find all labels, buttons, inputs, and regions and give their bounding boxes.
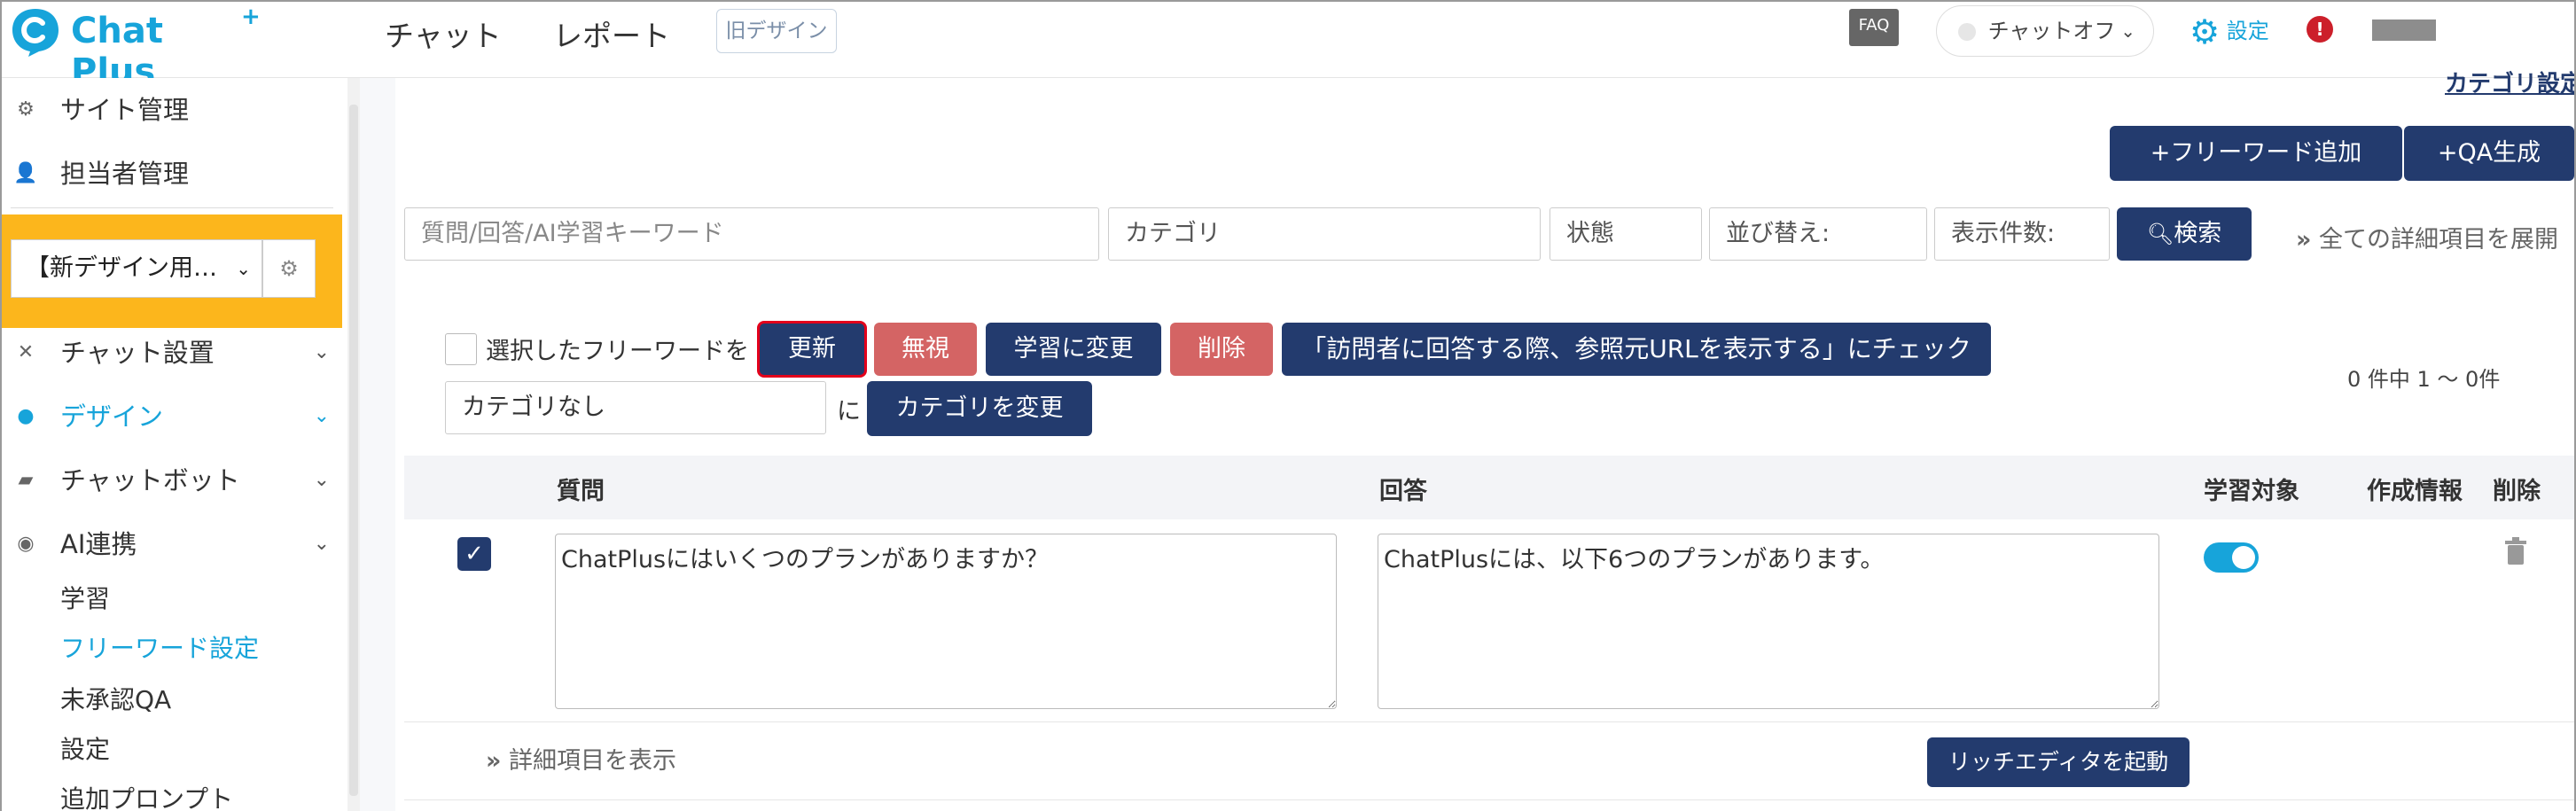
alert-icon[interactable]: ! — [2307, 16, 2333, 43]
sidebar-item-label: AI連携 — [60, 529, 137, 559]
column-header-question: 質問 — [557, 478, 605, 505]
change-to-learning-button[interactable]: 学習に変更 — [986, 323, 1161, 376]
double-chevron-down-icon: » — [486, 747, 502, 775]
logo-plus: + — [241, 4, 261, 30]
site-settings-gear-icon[interactable]: ⚙ — [262, 239, 316, 298]
plus-icon: + — [2437, 139, 2458, 167]
answer-textarea[interactable]: ChatPlusには、以下6つのプランがあります。 — [1378, 534, 2159, 709]
chat-status-label: チャットオフ — [1987, 19, 2116, 43]
expand-all-label: 全ての詳細項目を展開 — [2319, 226, 2559, 253]
sidebar-subitem-additional-prompt[interactable]: 追加プロンプト — [60, 780, 233, 811]
row-divider — [404, 721, 2574, 722]
column-header-answer: 回答 — [1379, 478, 1427, 505]
palette-icon: ● — [17, 405, 35, 427]
nav-tab-report[interactable]: レポート — [553, 12, 670, 55]
selected-freeword-label: 選択したフリーワードを — [486, 338, 749, 365]
status-filter[interactable]: 状態 — [1550, 207, 1702, 261]
column-header-learning: 学習対象 — [2204, 478, 2299, 505]
sidebar-subitem-learning[interactable]: 学習 — [60, 580, 110, 615]
chevron-down-icon: ⌄ — [236, 258, 251, 279]
sidebar-divider — [11, 207, 333, 208]
rich-editor-button[interactable]: リッチエディタを起動 — [1927, 737, 2190, 787]
lightbulb-icon: ◉ — [17, 533, 35, 555]
checkmark-icon: ✓ — [464, 541, 484, 567]
ni-label: に — [837, 398, 861, 425]
chevron-down-icon: ⌄ — [313, 405, 330, 427]
qa-generate-button[interactable]: +QA生成 — [2404, 126, 2574, 181]
category-settings-link[interactable]: カテゴリ設定 — [2445, 66, 2574, 98]
sidebar-subitem-settings[interactable]: 設定 — [60, 730, 110, 766]
search-button-label: 検索 — [2174, 220, 2222, 247]
user-gear-icon: 👤 — [13, 162, 38, 184]
show-details-toggle[interactable]: » 詳細項目を表示 — [486, 741, 676, 776]
show-details-label: 詳細項目を表示 — [509, 747, 677, 775]
change-category-button[interactable]: カテゴリを変更 — [867, 381, 1092, 436]
settings-link[interactable]: ⚙ 設定 — [2190, 12, 2269, 51]
row-checkbox-checked[interactable]: ✓ — [457, 537, 491, 571]
sidebar-subitem-unapproved-qa[interactable]: 未承認QA — [60, 681, 171, 716]
nav-tab-chat[interactable]: チャット — [385, 12, 502, 55]
toggle-knob — [2232, 546, 2255, 569]
settings-label: 設定 — [2226, 19, 2269, 43]
plus-icon: + — [2150, 139, 2171, 167]
status-dot-icon — [1958, 23, 1976, 41]
chevron-down-icon: ⌄ — [313, 469, 330, 491]
site-select-dropdown[interactable]: 【新デザイン用… ⌄ — [11, 239, 262, 298]
search-icon: 🔍︎ — [2146, 222, 2174, 246]
column-header-delete: 削除 — [2493, 478, 2541, 505]
site-select-value: 【新デザイン用… — [26, 254, 217, 282]
search-button[interactable]: 🔍︎検索 — [2117, 207, 2252, 261]
chevron-down-icon: ⌄ — [313, 341, 330, 363]
chevron-down-icon: ⌄ — [313, 533, 330, 555]
show-referrer-url-button[interactable]: 「訪問者に回答する際、参照元URLを表示する」にチェック — [1282, 323, 1991, 376]
chevron-down-icon: ⌄ — [2120, 20, 2135, 42]
sidebar-item-label: 担当者管理 — [60, 159, 190, 189]
sidebar-item-staff-admin[interactable]: 👤 担当者管理 — [2, 144, 342, 204]
chatplus-logo[interactable]: Chat Plus + — [9, 4, 261, 92]
row-divider-bottom — [404, 799, 2574, 800]
gear-icon: ⚙ — [2190, 12, 2221, 51]
chatplus-logo-icon — [12, 9, 59, 57]
sort-select[interactable]: 並び替え: — [1709, 207, 1927, 261]
column-header-created-info: 作成情報 — [2367, 478, 2463, 505]
trash-icon[interactable] — [2503, 537, 2530, 567]
sidebar-item-label: デザイン — [60, 402, 164, 432]
chat-bubbles-icon: ▰ — [18, 469, 34, 491]
learning-toggle[interactable] — [2204, 542, 2259, 573]
keyword-search-input[interactable]: 質問/回答/AI学習キーワード — [404, 207, 1099, 261]
trash-icon-svg — [2505, 537, 2526, 565]
ignore-button[interactable]: 無視 — [874, 323, 977, 376]
sidebar-item-site-admin[interactable]: ⚙ サイト管理 — [2, 80, 342, 140]
select-all-checkbox[interactable] — [445, 333, 477, 365]
sidebar-item-chat-setup[interactable]: ✕ チャット設置 ⌄ — [2, 323, 342, 383]
add-freeword-label: フリーワード追加 — [2170, 139, 2362, 167]
sidebar-item-label: サイト管理 — [60, 95, 190, 125]
chat-status-dropdown[interactable]: チャットオフ ⌄ — [1936, 5, 2154, 57]
old-design-button[interactable]: 旧デザイン — [716, 9, 837, 53]
gears-icon: ⚙ — [17, 98, 35, 121]
expand-all-toggle[interactable]: » 全ての詳細項目を展開 — [2296, 220, 2558, 254]
result-count: 0 件中 1 ～ 0件 — [2347, 367, 2501, 392]
sidebar-item-label: チャット設置 — [60, 338, 215, 368]
sidebar-item-ai-link[interactable]: ◉ AI連携 ⌄ — [2, 514, 342, 574]
sidebar-subitem-freeword[interactable]: フリーワード設定 — [60, 629, 259, 665]
wrench-icon: ✕ — [17, 341, 35, 363]
update-button[interactable]: 更新 — [757, 321, 867, 378]
per-page-select[interactable]: 表示件数: — [1934, 207, 2110, 261]
add-freeword-button[interactable]: +フリーワード追加 — [2110, 126, 2402, 181]
sidebar-item-design[interactable]: ● デザイン ⌄ — [2, 386, 342, 447]
double-chevron-down-icon: » — [2296, 226, 2312, 253]
qa-generate-label: QA生成 — [2457, 139, 2541, 167]
user-name-redacted[interactable] — [2372, 19, 2436, 41]
sidebar-item-chatbot[interactable]: ▰ チャットボット ⌄ — [2, 450, 342, 511]
question-textarea[interactable]: ChatPlusにはいくつのプランがありますか？ — [555, 534, 1337, 709]
delete-selected-button[interactable]: 削除 — [1170, 323, 1273, 376]
sidebar-item-label: チャットボット — [60, 465, 240, 495]
scrollbar-thumb[interactable] — [349, 105, 358, 796]
sidebar-scrollbar[interactable] — [347, 78, 360, 811]
category-filter[interactable]: カテゴリ — [1108, 207, 1541, 261]
faq-icon[interactable]: FAQ — [1849, 9, 1899, 46]
top-header: Chat Plus + チャット レポート 旧デザイン FAQ チャットオフ ⌄… — [2, 2, 2574, 92]
category-select[interactable]: カテゴリなし — [445, 381, 826, 434]
